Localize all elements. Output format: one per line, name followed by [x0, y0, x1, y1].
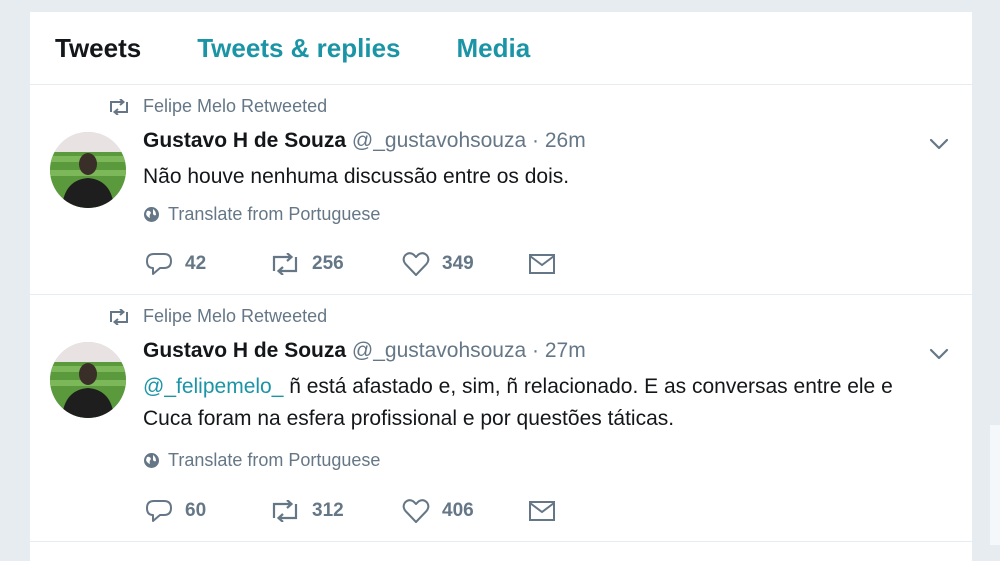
tweet-text: @_felipemelo_ ñ está afastado e, sim, ñ … [143, 371, 923, 435]
tweet-header: Gustavo H de Souza @_gustavohsouza · 26m [143, 129, 586, 153]
globe-icon [144, 207, 159, 222]
chevron-down-icon[interactable] [928, 133, 950, 155]
tweet-header: Gustavo H de Souza @_gustavohsouza · 27m [143, 339, 586, 363]
like-icon [402, 252, 430, 276]
retweeted-by-label: Felipe Melo Retweeted [143, 306, 328, 326]
author-handle[interactable]: @_gustavohsouza [352, 339, 526, 362]
tweet-time[interactable]: 27m [545, 339, 586, 362]
retweet-context: Felipe Melo Retweeted [108, 306, 327, 327]
message-icon [529, 254, 555, 274]
like-button[interactable]: 349 [402, 251, 528, 277]
like-count: 349 [442, 253, 474, 274]
globe-icon [144, 453, 159, 468]
separator-dot: · [532, 129, 539, 152]
like-count: 406 [442, 500, 474, 521]
side-panel-edge [990, 425, 1000, 545]
retweet-icon [110, 308, 128, 325]
profile-tabs: Tweets Tweets & replies Media [30, 12, 972, 85]
mention-link[interactable]: @_felipemelo_ [143, 375, 283, 398]
tweet-text: Não houve nenhuma discussão entre os doi… [143, 161, 923, 193]
retweet-button[interactable]: 256 [270, 253, 402, 275]
chevron-down-icon[interactable] [928, 343, 950, 365]
author-name[interactable]: Gustavo H de Souza [143, 129, 346, 152]
tweet-actions: 60 312 406 [145, 498, 556, 524]
retweet-count: 256 [312, 253, 344, 274]
reply-icon [146, 500, 172, 522]
avatar[interactable] [50, 342, 126, 418]
retweet-icon [110, 98, 128, 115]
tweet-time[interactable]: 26m [545, 129, 586, 152]
tweet-item[interactable]: Felipe Melo Retweeted Gustavo H de Souza… [30, 295, 972, 542]
tab-media[interactable]: Media [456, 33, 530, 64]
like-button[interactable]: 406 [402, 498, 528, 524]
translate-link[interactable]: Translate from Portuguese [143, 204, 380, 225]
reply-count: 60 [185, 500, 207, 521]
avatar-image [50, 132, 126, 208]
reply-button[interactable]: 60 [145, 498, 270, 524]
retweeted-by-label: Felipe Melo Retweeted [143, 96, 328, 116]
translate-label: Translate from Portuguese [168, 204, 381, 224]
tweet-body: Não houve nenhuma discussão entre os doi… [143, 165, 570, 188]
retweet-icon [272, 500, 298, 522]
retweet-count: 312 [312, 500, 344, 521]
like-icon [402, 499, 430, 523]
author-name[interactable]: Gustavo H de Souza [143, 339, 346, 362]
translate-label: Translate from Portuguese [168, 450, 381, 470]
retweet-button[interactable]: 312 [270, 500, 402, 522]
avatar[interactable] [50, 132, 126, 208]
tab-tweets[interactable]: Tweets [55, 33, 141, 64]
tweet-item[interactable]: Felipe Melo Retweeted Gustavo H de Souza… [30, 85, 972, 295]
profile-timeline: Tweets Tweets & replies Media Felipe Mel… [30, 12, 972, 561]
reply-count: 42 [185, 253, 207, 274]
separator-dot: · [532, 339, 539, 362]
avatar-image [50, 342, 126, 418]
retweet-icon [272, 253, 298, 275]
reply-button[interactable]: 42 [145, 251, 270, 277]
tab-tweets-replies[interactable]: Tweets & replies [197, 33, 400, 64]
retweet-context: Felipe Melo Retweeted [108, 96, 327, 117]
message-button[interactable] [528, 500, 556, 522]
author-handle[interactable]: @_gustavohsouza [352, 129, 526, 152]
message-icon [529, 501, 555, 521]
translate-link[interactable]: Translate from Portuguese [143, 450, 380, 471]
reply-icon [146, 253, 172, 275]
tweet-actions: 42 256 349 [145, 251, 556, 277]
message-button[interactable] [528, 253, 556, 275]
